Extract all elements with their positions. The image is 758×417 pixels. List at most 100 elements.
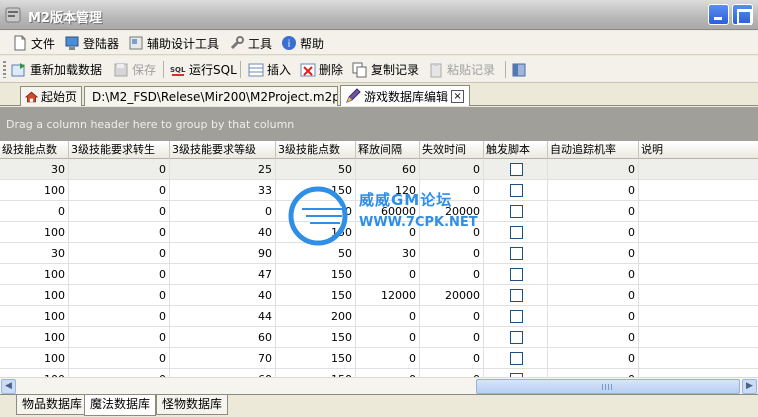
table-cell[interactable]: 60 (170, 369, 276, 377)
table-cell[interactable]: 0 (356, 369, 420, 377)
trigger-script-checkbox-cell[interactable] (484, 264, 548, 285)
trigger-script-checkbox[interactable] (510, 268, 523, 281)
trigger-script-checkbox[interactable] (510, 226, 523, 239)
table-cell[interactable]: 0 (69, 306, 170, 327)
table-cell[interactable]: 30 (0, 243, 69, 264)
trigger-script-checkbox[interactable] (510, 310, 523, 323)
trigger-script-checkbox[interactable] (510, 163, 523, 176)
table-cell[interactable]: 0 (170, 201, 276, 222)
table-cell[interactable]: 120 (356, 180, 420, 201)
trigger-script-checkbox[interactable] (510, 184, 523, 197)
table-cell[interactable]: 0 (548, 180, 639, 201)
table-cell[interactable]: 150 (276, 369, 356, 377)
table-cell[interactable]: 30 (356, 243, 420, 264)
table-cell[interactable]: 0 (548, 264, 639, 285)
table-cell[interactable]: 0 (69, 369, 170, 377)
table-cell[interactable] (639, 264, 758, 285)
table-cell[interactable]: 150 (276, 264, 356, 285)
scroll-right-icon[interactable]: ▶ (742, 379, 757, 394)
table-row[interactable]: 100060150000 (0, 327, 758, 348)
trigger-script-checkbox[interactable] (510, 352, 523, 365)
save-button[interactable]: 保存 (113, 60, 156, 79)
table-cell[interactable]: 100 (0, 222, 69, 243)
table-cell[interactable]: 50 (276, 159, 356, 180)
table-cell[interactable] (639, 369, 758, 377)
table-cell[interactable]: 33 (170, 180, 276, 201)
table-cell[interactable]: 0 (420, 159, 484, 180)
toolbar-grip[interactable] (3, 61, 6, 78)
trigger-script-checkbox[interactable] (510, 289, 523, 302)
insert-button[interactable]: 插入 (248, 60, 291, 79)
tab-start-page[interactable]: 起始页 (20, 86, 82, 106)
table-cell[interactable]: 0 (69, 243, 170, 264)
table-cell[interactable]: 0 (548, 201, 639, 222)
table-cell[interactable]: 47 (170, 264, 276, 285)
menu-design-tools[interactable]: 辅助设计工具 (128, 34, 219, 52)
table-cell[interactable]: 0 (420, 327, 484, 348)
table-row[interactable]: 0 0 0 0 60000 20000 0 (0, 201, 758, 222)
trigger-script-checkbox-cell[interactable] (484, 369, 548, 377)
table-cell[interactable]: 100 (0, 285, 69, 306)
table-cell[interactable]: 0 (69, 180, 170, 201)
column-header[interactable]: 失效时间 (420, 141, 484, 159)
column-header[interactable]: 3级技能要求转生 (69, 141, 170, 159)
scrollbar-thumb[interactable] (476, 379, 740, 394)
layout-button[interactable] (511, 60, 527, 79)
table-cell[interactable]: 30 (0, 159, 69, 180)
table-cell[interactable]: 100 (0, 306, 69, 327)
column-header[interactable]: 触发脚本 (484, 141, 548, 159)
table-cell[interactable]: 70 (170, 348, 276, 369)
table-row[interactable]: 100 0 44 200 0 0 0 (0, 306, 758, 327)
table-cell[interactable]: 100 (0, 180, 69, 201)
table-cell[interactable]: 0 (548, 327, 639, 348)
table-cell[interactable]: 0 (69, 348, 170, 369)
tab-game-db-editor[interactable]: 游戏数据库编辑 × (340, 85, 470, 106)
table-cell[interactable]: 0 (420, 264, 484, 285)
table-cell[interactable]: 12000 (356, 285, 420, 306)
table-cell[interactable]: 0 (420, 369, 484, 377)
table-row[interactable]: 100060150000 (0, 369, 758, 377)
table-cell[interactable]: 20000 (420, 285, 484, 306)
table-cell[interactable]: 0 (548, 222, 639, 243)
table-cell[interactable]: 0 (420, 180, 484, 201)
column-header[interactable]: 释放间隔 (356, 141, 420, 159)
table-cell[interactable]: 0 (356, 348, 420, 369)
trigger-script-checkbox-cell[interactable] (484, 222, 548, 243)
table-cell[interactable]: 60000 (356, 201, 420, 222)
table-cell[interactable]: 0 (548, 348, 639, 369)
trigger-script-checkbox-cell[interactable] (484, 348, 548, 369)
trigger-script-checkbox-cell[interactable] (484, 201, 548, 222)
table-cell[interactable]: 0 (69, 159, 170, 180)
table-cell[interactable] (639, 285, 758, 306)
table-cell[interactable]: 60 (170, 327, 276, 348)
table-cell[interactable]: 0 (548, 243, 639, 264)
table-cell[interactable]: 0 (69, 222, 170, 243)
menu-launcher[interactable]: 登陆器 (64, 34, 119, 52)
table-cell[interactable] (639, 222, 758, 243)
table-cell[interactable]: 0 (420, 306, 484, 327)
table-cell[interactable]: 0 (356, 264, 420, 285)
delete-button[interactable]: 删除 (300, 60, 343, 79)
table-cell[interactable]: 150 (276, 180, 356, 201)
trigger-script-checkbox-cell[interactable] (484, 285, 548, 306)
table-cell[interactable]: 20000 (420, 201, 484, 222)
trigger-script-checkbox-cell[interactable] (484, 306, 548, 327)
trigger-script-checkbox-cell[interactable] (484, 243, 548, 264)
table-row[interactable]: 100 0 33 150 120 0 0 (0, 180, 758, 201)
column-header[interactable]: 级技能点数 (0, 141, 69, 159)
tab-project-file[interactable]: D:\M2_FSD\Relese\Mir200\M2Project.m2proj… (84, 86, 338, 106)
trigger-script-checkbox[interactable] (510, 247, 523, 260)
table-cell[interactable]: 0 (0, 201, 69, 222)
close-icon[interactable]: × (451, 89, 465, 103)
column-header[interactable]: 3级技能点数 (276, 141, 356, 159)
table-row[interactable]: 100 0 40 150 0 0 0 (0, 222, 758, 243)
menu-help[interactable]: i 帮助 (281, 34, 324, 52)
column-header[interactable]: 3级技能要求等级 (170, 141, 276, 159)
table-cell[interactable]: 100 (0, 264, 69, 285)
table-cell[interactable]: 0 (420, 348, 484, 369)
table-row[interactable]: 100 0 47 150 0 0 0 (0, 264, 758, 285)
table-row[interactable]: 30 0 25 50 60 0 0 (0, 159, 758, 180)
table-row[interactable]: 100 0 40 150 12000 20000 0 (0, 285, 758, 306)
table-cell[interactable] (639, 327, 758, 348)
table-cell[interactable]: 0 (356, 222, 420, 243)
